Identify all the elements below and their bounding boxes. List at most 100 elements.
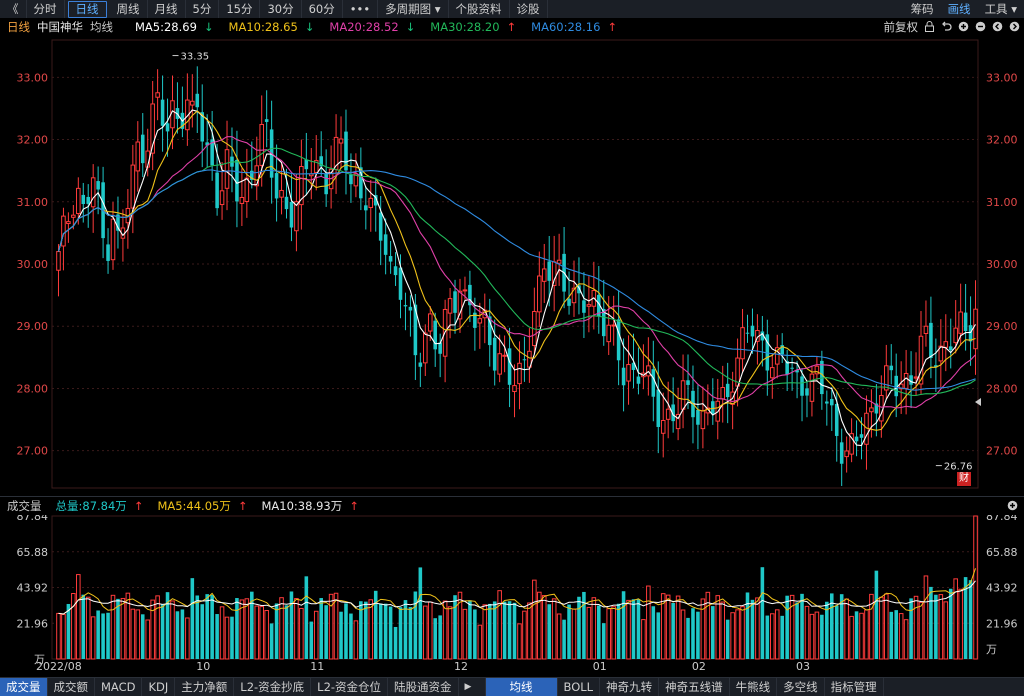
kline-chart[interactable]: 33.00 33.00 32.00 32.00 31.00 31.00 30.00 30.00…: [0, 0, 1024, 695]
volume-bar: [408, 607, 413, 659]
volume-bar: [423, 605, 428, 660]
stock-name[interactable]: 中国神华: [37, 19, 83, 35]
indicator-tab-5[interactable]: L2-资金抄底: [234, 678, 312, 696]
date-tick: 12: [454, 660, 468, 673]
volume-bar: [938, 594, 944, 660]
period-tab-9[interactable]: 多周期图 ▾: [378, 0, 449, 18]
volume-bar: [675, 595, 681, 660]
volume-title[interactable]: 成交量: [7, 498, 42, 514]
indicator-tab-3[interactable]: KDJ: [142, 678, 176, 696]
period-tab-8[interactable]: •••: [343, 0, 379, 18]
volume-bar: [378, 603, 383, 659]
volume-bar: [205, 594, 209, 659]
candle-body: [903, 372, 909, 389]
scroll-left-icon[interactable]: [991, 21, 1003, 33]
volume-bar: [909, 598, 913, 659]
volume-bar: [96, 610, 100, 659]
volume-bar: [577, 596, 581, 659]
volume-bar: [457, 591, 463, 660]
volume-ma5-arrow: ↑: [237, 499, 248, 513]
period-tab-4[interactable]: 5分: [186, 0, 220, 18]
volume-bar: [735, 609, 740, 660]
candle-body: [120, 227, 126, 239]
ma-legend-text-1: MA10:28.65: [228, 20, 298, 34]
period-tab-1[interactable]: 日线: [67, 0, 107, 18]
right-tool-tab-0[interactable]: 筹码: [904, 0, 941, 18]
overlay-tab-0[interactable]: 均线: [485, 678, 558, 696]
tab-scroll-right-icon[interactable]: ▶: [459, 678, 486, 696]
back-button[interactable]: 《: [0, 0, 27, 18]
period-tab-11[interactable]: 诊股: [510, 0, 548, 18]
ma-line-60: [57, 169, 976, 391]
date-tick: 10: [196, 660, 210, 673]
indicator-tab-2[interactable]: MACD: [95, 678, 143, 696]
overlay-tab-6[interactable]: 指标管理: [825, 678, 884, 696]
right-tool-tab-1[interactable]: 画线: [940, 0, 978, 19]
period-tab-5[interactable]: 15分: [219, 0, 261, 18]
volume-bar: [418, 567, 423, 659]
candle-body: [76, 187, 81, 214]
volume-bar: [745, 592, 750, 659]
candle-body: [527, 350, 532, 368]
period-tab-10[interactable]: 个股资料: [449, 0, 510, 18]
candle-body: [259, 123, 264, 166]
volume-bar: [537, 591, 542, 660]
candle-body: [755, 330, 760, 342]
volume-bar: [219, 606, 225, 660]
candle-body: [825, 401, 829, 404]
volume-bar: [101, 613, 105, 659]
overlay-tab-1[interactable]: BOLL: [558, 678, 601, 696]
indicator-tab-7[interactable]: 陆股通资金: [388, 678, 459, 696]
zoom-out-icon[interactable]: [974, 21, 986, 33]
candle-body: [235, 159, 239, 202]
indicator-tab-0[interactable]: 成交量: [0, 678, 48, 696]
overlay-tab-4[interactable]: 牛熊线: [730, 678, 778, 696]
candle-body: [968, 325, 973, 342]
overlay-tab-3[interactable]: 神奇五线谱: [659, 678, 730, 696]
fin-badge-text: 财: [959, 473, 969, 484]
indicator-tab-4[interactable]: 主力净额: [175, 678, 235, 696]
volume-bar: [120, 597, 126, 660]
lock-icon[interactable]: [923, 21, 935, 33]
period-tab-6[interactable]: 30分: [260, 0, 302, 18]
undo-icon[interactable]: [940, 21, 952, 33]
scroll-right-icon[interactable]: [1008, 21, 1020, 33]
annotation-label: 26.76: [944, 462, 973, 473]
volume-bar: [755, 597, 760, 660]
period-tab-0[interactable]: 分时: [27, 0, 65, 18]
overlay-tab-2[interactable]: 神奇九转: [600, 678, 660, 696]
volume-bar: [923, 575, 929, 660]
period-tab-7[interactable]: 60分: [302, 0, 343, 18]
candle-body: [963, 312, 968, 332]
financial-report-badge[interactable]: 财: [957, 472, 971, 486]
candle-body: [785, 361, 789, 375]
volume-settings-icon[interactable]: [1006, 500, 1018, 512]
candle-body: [923, 325, 929, 335]
candle-body: [745, 332, 750, 334]
volume-unit-left: 万: [34, 653, 45, 666]
candle-body: [140, 134, 145, 164]
indicator-tab-6[interactable]: L2-资金仓位: [311, 678, 389, 696]
zoom-in-icon[interactable]: [957, 21, 969, 33]
volume-bar: [562, 619, 566, 659]
candle-body: [364, 205, 368, 211]
candle-body: [805, 388, 809, 396]
candle-body: [403, 305, 408, 307]
volume-bar: [918, 602, 924, 660]
candles: [56, 66, 978, 486]
candle-body: [556, 259, 562, 264]
candle-body: [250, 170, 254, 180]
volume-bar: [864, 609, 869, 660]
volume-bar: [274, 603, 279, 659]
volume-bar: [155, 595, 160, 660]
volume-bar: [230, 616, 234, 659]
period-tab-3[interactable]: 月线: [148, 0, 186, 18]
adjust-label[interactable]: 前复权: [884, 19, 919, 35]
volume-bar: [175, 611, 180, 659]
avg-line-label[interactable]: 均线: [90, 19, 113, 35]
right-tool-tab-2[interactable]: 工具 ▾: [978, 0, 1024, 18]
indicator-tab-1[interactable]: 成交额: [48, 678, 95, 696]
ma-line-10: [57, 110, 976, 431]
overlay-tab-5[interactable]: 多空线: [777, 678, 825, 696]
period-tab-2[interactable]: 周线: [110, 0, 148, 18]
